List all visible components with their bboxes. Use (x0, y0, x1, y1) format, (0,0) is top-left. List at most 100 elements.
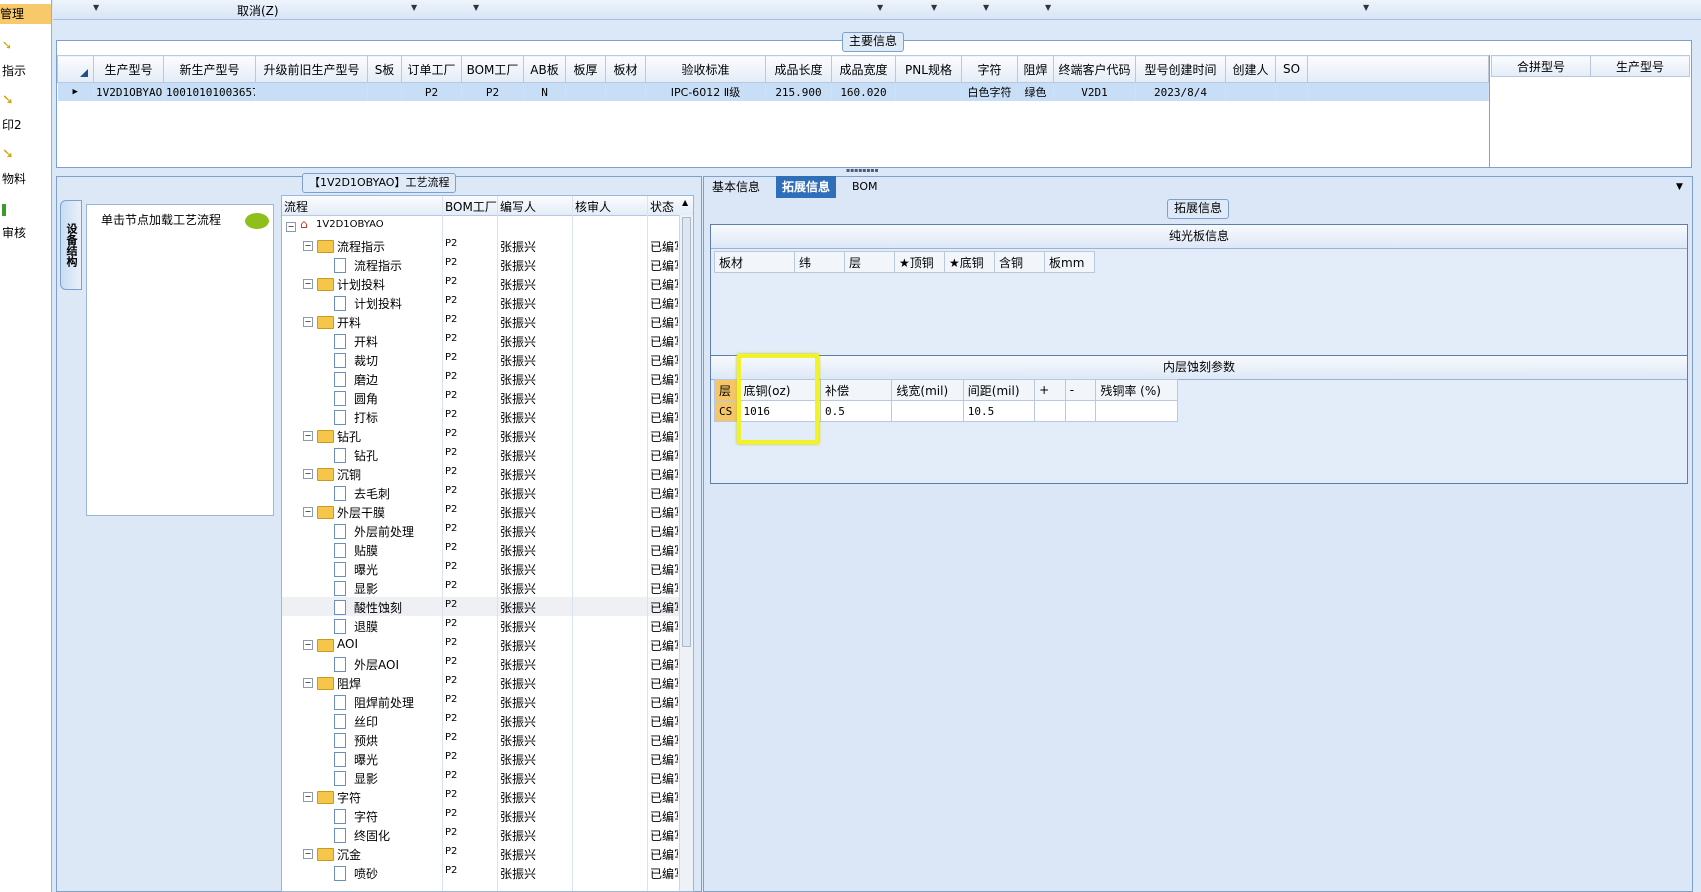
table-cell[interactable]: 1V2D1OBYAO (93, 82, 164, 101)
tree-row[interactable]: − 沉金 P2 张振兴 已编写 (282, 844, 682, 863)
tree-row[interactable]: 计划投料 P2 张振兴 已编写 (282, 293, 682, 312)
collapse-icon[interactable]: − (303, 507, 313, 517)
dropdown-arrow-icon[interactable]: ▼ (473, 3, 479, 12)
table-cell[interactable]: 215.900 (765, 82, 832, 101)
cancel-button[interactable]: 取消(Z) (237, 2, 279, 19)
tree-row[interactable]: 终固化 P2 张振兴 已编写 (282, 825, 682, 844)
column-header[interactable]: PNL规格 (895, 55, 962, 83)
tree-row[interactable]: 预烘 P2 张振兴 已编写 (282, 730, 682, 749)
collapse-icon[interactable]: − (286, 222, 296, 232)
table-cell[interactable]: 0.5 (820, 400, 893, 422)
tree-row[interactable]: 丝印 P2 张振兴 已编写 (282, 711, 682, 730)
tree-row[interactable]: 去毛刺 P2 张振兴 已编写 (282, 483, 682, 502)
speech-bubble-icon[interactable] (245, 213, 269, 229)
tree-row[interactable]: 曝光 P2 张振兴 已编写 (282, 559, 682, 578)
scrollbar[interactable] (679, 215, 693, 891)
table-cell[interactable] (605, 82, 646, 101)
collapse-icon[interactable]: − (303, 317, 313, 327)
column-header[interactable]: 层 (844, 251, 895, 273)
tree-row[interactable]: 显影 P2 张振兴 已编写 (282, 768, 682, 787)
tree-row[interactable]: 字符 P2 张振兴 已编写 (282, 806, 682, 825)
dropdown-arrow-icon[interactable]: ▼ (1363, 3, 1369, 12)
table-cell[interactable]: N (523, 82, 566, 101)
tree-row[interactable]: − 开料 P2 张振兴 已编写 (282, 312, 682, 331)
column-header[interactable]: 升级前旧生产型号 (255, 55, 368, 83)
column-header[interactable]: ★顶铜 (894, 251, 945, 273)
tree-row[interactable]: 钻孔 P2 张振兴 已编写 (282, 445, 682, 464)
column-header[interactable]: BOM工厂 (445, 198, 497, 215)
column-header[interactable]: 板mm (1044, 251, 1095, 273)
tree-row[interactable]: 裁切 P2 张振兴 已编写 (282, 350, 682, 369)
column-header[interactable]: 合拼型号 (1491, 55, 1591, 77)
column-header[interactable]: 型号创建时间 (1135, 55, 1226, 83)
dropdown-arrow-icon[interactable]: ▼ (93, 3, 99, 12)
tree-row[interactable]: − 钻孔 P2 张振兴 已编写 (282, 426, 682, 445)
nav-item-manage[interactable]: 管理 (0, 4, 51, 24)
tree-row[interactable]: − 沉铜 P2 张振兴 已编写 (282, 464, 682, 483)
tree-row[interactable]: 开料 P2 张振兴 已编写 (282, 331, 682, 350)
table-cell[interactable]: 2023/8/4 (1135, 82, 1226, 101)
tree-row[interactable]: 喷砂 P2 张振兴 已编写 (282, 863, 682, 882)
column-header[interactable]: 含铜 (994, 251, 1045, 273)
collapse-icon[interactable]: − (303, 279, 313, 289)
column-header[interactable]: 纬 (794, 251, 845, 273)
column-header[interactable]: 核审人 (575, 198, 611, 215)
column-header[interactable]: + (1034, 379, 1066, 401)
tree-row[interactable]: − 阻焊 P2 张振兴 已编写 (282, 673, 682, 692)
table-cell[interactable]: 10.5 (962, 400, 1036, 422)
collapse-icon[interactable]: − (303, 431, 313, 441)
column-header[interactable]: 间距(mil) (962, 379, 1036, 401)
table-cell[interactable] (565, 82, 606, 101)
tree-row[interactable]: 打标 P2 张振兴 已编写 (282, 407, 682, 426)
column-header[interactable]: 补偿 (820, 379, 893, 401)
scrollbar-thumb[interactable] (682, 217, 691, 647)
collapse-icon[interactable]: − (303, 849, 313, 859)
column-header[interactable]: 成品宽度 (831, 55, 896, 83)
table-cell[interactable] (1225, 82, 1276, 101)
dropdown-arrow-icon[interactable]: ▼ (877, 3, 883, 12)
column-header[interactable]: 阻焊 (1017, 55, 1054, 83)
tree-row[interactable]: 磨边 P2 张振兴 已编写 (282, 369, 682, 388)
column-header[interactable]: 验收标准 (645, 55, 766, 83)
tree-row[interactable]: − 流程指示 P2 张振兴 已编写 (282, 236, 682, 255)
column-header[interactable]: 板材 (605, 55, 646, 83)
column-header[interactable]: 残铜率 (%) (1095, 379, 1178, 401)
column-header[interactable]: 生产型号 (1590, 55, 1690, 77)
equipment-structure-tab[interactable]: 设备结构 (60, 200, 82, 290)
table-cell[interactable]: 10010101003657 (163, 82, 256, 101)
table-row[interactable]: ▶ 1V2D1OBYAO 10010101003657 P2 P2 N IPC-… (57, 82, 1489, 101)
collapse-icon[interactable]: − (303, 241, 313, 251)
column-header[interactable]: 终端客户代码 (1053, 55, 1136, 83)
tree-row[interactable]: 酸性蚀刻 P2 张振兴 已编写 (282, 597, 682, 616)
tree-row[interactable]: − 计划投料 P2 张振兴 已编写 (282, 274, 682, 293)
tree-row[interactable]: 外层前处理 P2 张振兴 已编写 (282, 521, 682, 540)
table-cell[interactable]: 绿色 (1017, 82, 1054, 101)
table-cell[interactable] (1034, 400, 1066, 422)
tree-row[interactable]: − 外层干膜 P2 张振兴 已编写 (282, 502, 682, 521)
tree-row[interactable]: 流程指示 P2 张振兴 已编写 (282, 255, 682, 274)
column-header[interactable]: ★底铜 (944, 251, 995, 273)
tab-extended-info[interactable]: 拓展信息 (776, 176, 837, 198)
collapse-icon[interactable]: − (303, 678, 313, 688)
dropdown-arrow-icon[interactable]: ▼ (1045, 3, 1051, 12)
column-header[interactable]: SO (1275, 55, 1308, 83)
collapse-icon[interactable]: − (303, 640, 313, 650)
tab-bom[interactable]: BOM (846, 176, 884, 198)
column-header[interactable]: 生产型号 (93, 55, 164, 83)
tab-basic-info[interactable]: 基本信息 (706, 176, 766, 198)
scroll-up-icon[interactable]: ▲ (682, 198, 688, 207)
tree-row[interactable]: − ⌂ 1V2D1OBYAO (282, 217, 682, 236)
table-cell[interactable]: 白色字符 (961, 82, 1018, 101)
table-cell[interactable] (367, 82, 402, 101)
column-header[interactable]: 板厚 (565, 55, 606, 83)
tree-row[interactable]: 曝光 P2 张振兴 已编写 (282, 749, 682, 768)
column-header[interactable]: BOM工厂 (461, 55, 524, 83)
table-cell[interactable]: IPC-6012 Ⅱ级 (645, 82, 766, 101)
column-header[interactable]: - (1064, 379, 1097, 401)
table-cell[interactable] (1095, 400, 1178, 422)
column-header[interactable]: 板材 (714, 251, 795, 273)
column-header[interactable]: 成品长度 (765, 55, 832, 83)
table-cell[interactable]: V2D1 (1053, 82, 1136, 101)
table-cell[interactable] (1064, 400, 1097, 422)
table-cell[interactable] (255, 82, 368, 101)
